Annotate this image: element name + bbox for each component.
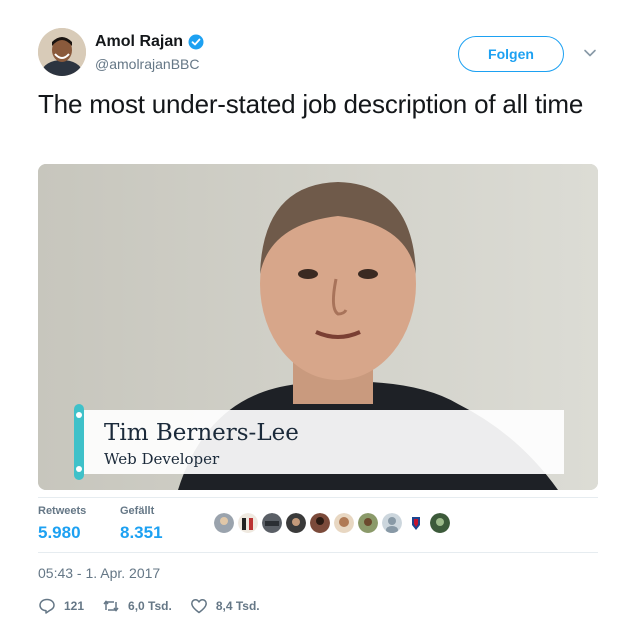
retweet-icon <box>103 600 119 612</box>
liker-avatar[interactable] <box>310 513 330 533</box>
reply-count: 121 <box>64 599 85 613</box>
author-handle[interactable]: @amolrajanBBC <box>95 56 204 72</box>
verified-badge-icon <box>188 34 204 50</box>
liker-avatar[interactable] <box>334 513 354 533</box>
tweet-timestamp[interactable]: 05:43 - 1. Apr. 2017 <box>38 565 160 581</box>
liker-avatar[interactable] <box>406 513 426 533</box>
heart-icon <box>190 599 207 614</box>
tweet-actions: 121 6,0 Tsd. 8,4 Tsd. <box>38 596 278 616</box>
reply-button[interactable]: 121 <box>38 597 84 615</box>
author-display-name[interactable]: Amol Rajan <box>95 33 183 51</box>
like-count: 8,4 Tsd. <box>215 599 260 613</box>
liker-avatar[interactable] <box>286 513 306 533</box>
lower-third-accent <box>74 404 84 480</box>
name-row: Amol Rajan <box>95 32 204 52</box>
liker-avatar[interactable] <box>238 513 258 533</box>
like-button[interactable]: 8,4 Tsd. <box>190 597 260 615</box>
retweets-stat[interactable]: Retweets 5.980 <box>38 505 86 543</box>
tweet-text: The most under-stated job description of… <box>38 89 584 119</box>
tweet-stats: Retweets 5.980 Gefällt 8.351 <box>38 505 598 547</box>
retweets-label: Retweets <box>38 505 87 517</box>
likes-stat[interactable]: Gefällt 8.351 <box>120 505 163 543</box>
liker-avatar[interactable] <box>262 513 282 533</box>
liker-avatar[interactable] <box>430 513 450 533</box>
divider-middle <box>38 552 598 553</box>
tweet-video[interactable]: Tim Berners-Lee Web Developer <box>38 164 598 490</box>
liker-avatar[interactable] <box>382 513 402 533</box>
likes-value: 8.351 <box>120 523 163 542</box>
lower-third-role: Web Developer <box>104 450 220 468</box>
likes-label: Gefällt <box>120 505 155 517</box>
liker-avatar[interactable] <box>358 513 378 533</box>
divider-top <box>38 497 598 498</box>
liker-avatars <box>214 513 450 533</box>
reply-icon <box>39 598 55 614</box>
retweet-count: 6,0 Tsd. <box>128 599 172 613</box>
retweet-button[interactable]: 6,0 Tsd. <box>102 597 172 615</box>
tweet-header: Amol Rajan @amolrajanBBC Folgen <box>38 28 610 78</box>
lower-third-name: Tim Berners-Lee <box>104 420 299 446</box>
author-info: Amol Rajan @amolrajanBBC <box>95 32 204 72</box>
liker-avatar[interactable] <box>214 513 234 533</box>
author-avatar[interactable] <box>38 28 86 76</box>
chevron-down-icon[interactable] <box>583 46 597 60</box>
follow-button[interactable]: Folgen <box>458 36 564 72</box>
retweets-value: 5.980 <box>38 523 81 542</box>
